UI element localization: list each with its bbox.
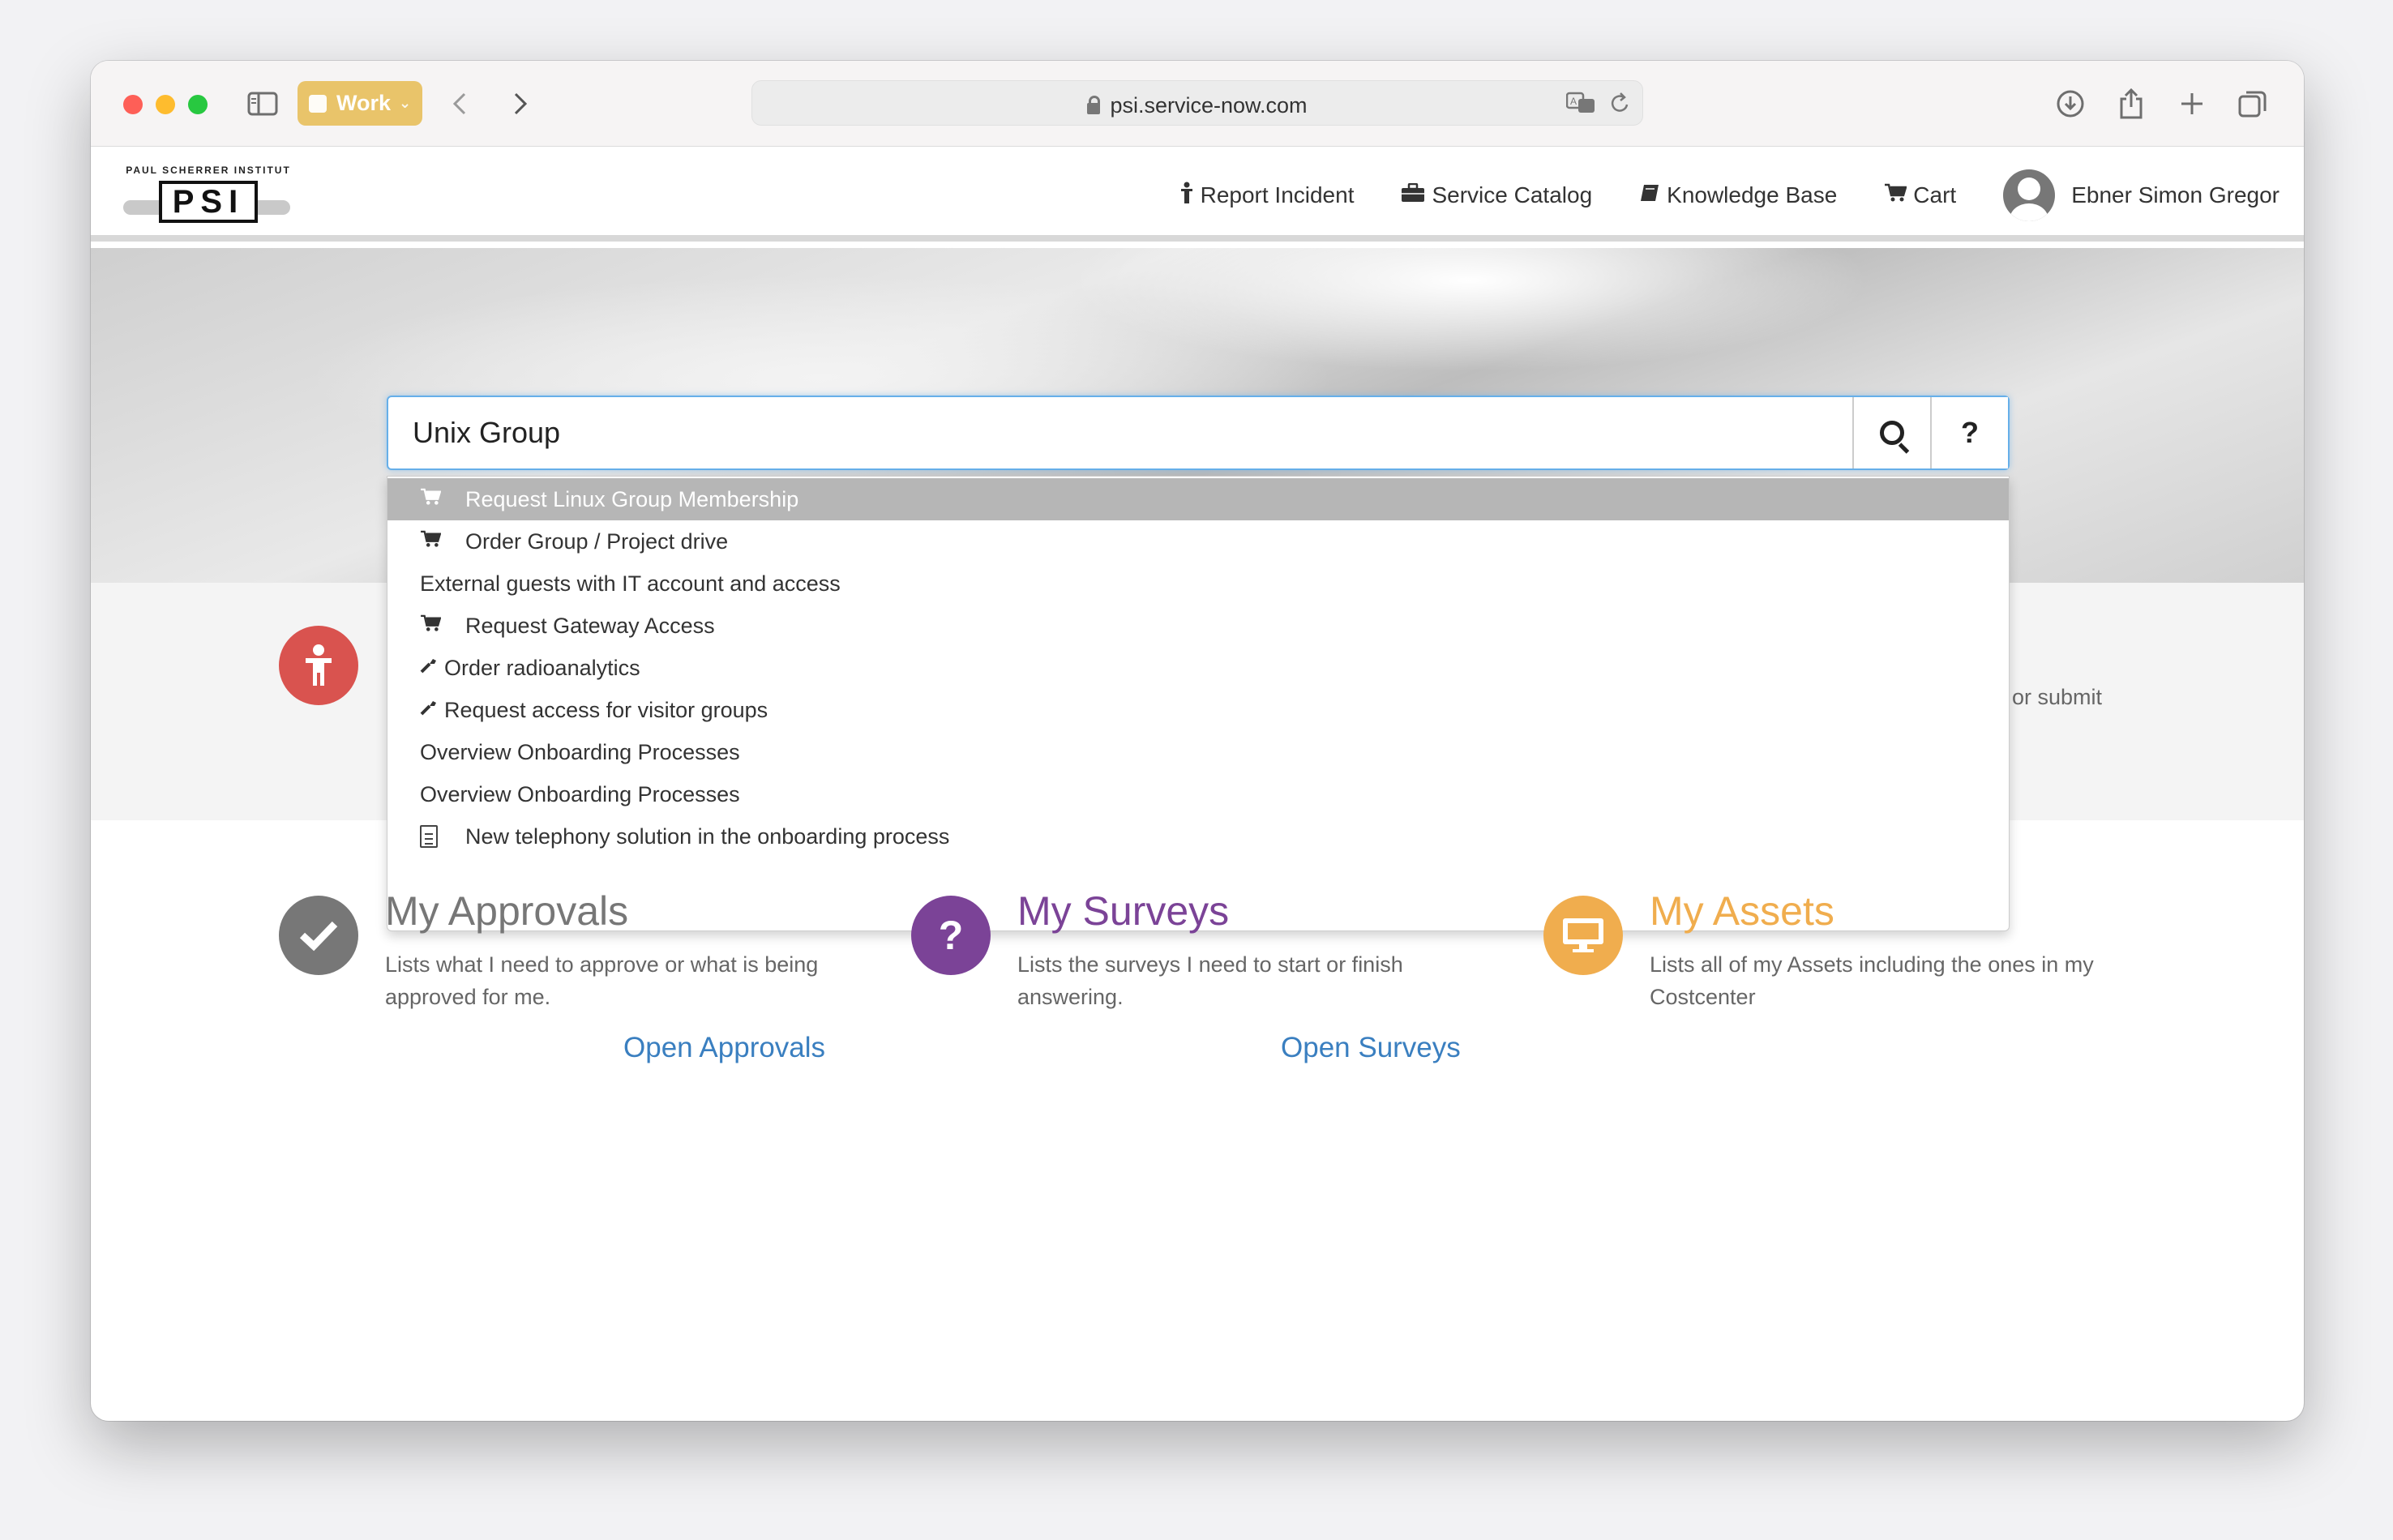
zoom-window-button[interactable] xyxy=(188,95,208,114)
book-icon xyxy=(1639,183,1660,208)
briefcase-icon xyxy=(1401,182,1425,208)
chevron-down-icon: ⌄ xyxy=(399,95,412,111)
user-menu[interactable]: Ebner Simon Gregor xyxy=(2003,169,2280,221)
wrench-icon xyxy=(420,699,444,721)
suggestion-item[interactable]: Request Gateway Access xyxy=(387,605,2009,647)
open-surveys-link[interactable]: Open Surveys xyxy=(1281,1032,1461,1064)
approvals-title[interactable]: My Approvals xyxy=(385,888,628,935)
nav-cart[interactable]: Cart xyxy=(1884,182,1956,208)
band-partial-text: or submit xyxy=(2012,685,2103,709)
tab-group-icon xyxy=(309,94,327,113)
search-box: ? xyxy=(387,396,2010,470)
wrench-icon xyxy=(420,657,444,678)
suggestion-item[interactable]: Overview Onboarding Processes xyxy=(387,731,2009,773)
cart-icon xyxy=(420,530,465,553)
site-header: PAUL SCHERRER INSTITUT PSI Report Incide… xyxy=(91,147,2304,242)
suggestion-item[interactable]: Request access for visitor groups xyxy=(387,689,2009,731)
lock-icon xyxy=(1087,96,1101,114)
cart-icon xyxy=(420,614,465,637)
report-incident-tile-icon[interactable] xyxy=(279,626,358,705)
assets-description: Lists all of my Assets including the one… xyxy=(1650,952,2094,1009)
suggestion-item[interactable]: Order Group / Project drive xyxy=(387,520,2009,563)
assets-tile-icon[interactable] xyxy=(1543,896,1623,975)
cart-icon xyxy=(1884,183,1907,208)
search-help-button[interactable]: ? xyxy=(1930,397,2008,468)
browser-window: Work ⌄ psi.service-now.com A PAUL SCHERR… xyxy=(91,61,2304,1421)
browser-toolbar: Work ⌄ psi.service-now.com A xyxy=(91,61,2304,147)
svg-text:A: A xyxy=(1570,96,1577,107)
nav-service-catalog[interactable]: Service Catalog xyxy=(1401,182,1592,208)
avatar xyxy=(2003,169,2056,221)
downloads-icon[interactable] xyxy=(2053,85,2088,122)
nav-knowledge-base[interactable]: Knowledge Base xyxy=(1639,182,1837,208)
tab-group-button[interactable]: Work ⌄ xyxy=(298,81,422,126)
suggestion-item[interactable]: New telephony solution in the onboarding… xyxy=(387,815,2009,858)
tab-overview-icon[interactable] xyxy=(2235,85,2271,122)
search-icon xyxy=(1880,421,1904,445)
reload-icon[interactable] xyxy=(1610,92,1631,120)
assets-title[interactable]: My Assets xyxy=(1650,888,1834,935)
user-name: Ebner Simon Gregor xyxy=(2071,182,2280,207)
suggestion-item[interactable]: Overview Onboarding Processes xyxy=(387,773,2009,815)
share-icon[interactable] xyxy=(2113,85,2149,122)
cart-icon xyxy=(420,488,465,511)
tab-group-label: Work xyxy=(336,91,392,115)
surveys-tile-icon[interactable]: ? xyxy=(911,896,991,975)
close-window-button[interactable] xyxy=(123,95,143,114)
translate-icon[interactable]: A xyxy=(1565,92,1597,120)
approvals-tile-icon[interactable] xyxy=(279,896,358,975)
nav-report-incident[interactable]: Report Incident xyxy=(1179,182,1354,210)
minimize-window-button[interactable] xyxy=(156,95,175,114)
psi-logo[interactable]: PAUL SCHERRER INSTITUT PSI xyxy=(123,165,293,229)
search-button[interactable] xyxy=(1852,397,1930,468)
sidebar-toggle-icon[interactable] xyxy=(245,85,280,122)
new-tab-icon[interactable] xyxy=(2174,85,2210,122)
surveys-title[interactable]: My Surveys xyxy=(1017,888,1229,935)
open-approvals-link[interactable]: Open Approvals xyxy=(623,1032,825,1064)
forward-icon[interactable] xyxy=(504,85,537,122)
address-bar[interactable]: psi.service-now.com A xyxy=(751,80,1643,126)
suggestion-item[interactable]: Order radioanalytics xyxy=(387,647,2009,689)
search-input[interactable] xyxy=(388,397,1852,468)
back-icon[interactable] xyxy=(443,85,476,122)
document-icon xyxy=(420,825,438,848)
person-icon xyxy=(1179,182,1194,210)
check-icon xyxy=(299,921,338,952)
surveys-description: Lists the surveys I need to start or fin… xyxy=(1017,952,1403,1009)
logo-mark: PSI xyxy=(159,181,258,223)
search-suggestions: Request Linux Group Membership Order Gro… xyxy=(387,476,2010,931)
logo-institute-text: PAUL SCHERRER INSTITUT xyxy=(126,165,291,176)
main-nav: Report Incident Service Catalog Knowledg… xyxy=(1179,169,2280,221)
approvals-description: Lists what I need to approve or what is … xyxy=(385,952,819,1009)
monitor-icon xyxy=(1563,918,1603,952)
suggestion-item[interactable]: External guests with IT account and acce… xyxy=(387,563,2009,605)
suggestion-item[interactable]: Request Linux Group Membership xyxy=(387,478,2009,520)
url-text: psi.service-now.com xyxy=(1110,93,1308,118)
question-icon: ? xyxy=(938,913,964,958)
